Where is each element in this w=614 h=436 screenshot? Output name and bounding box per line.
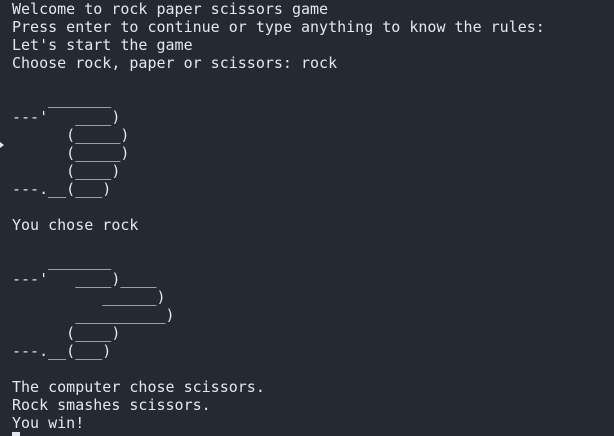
computer-scissors-ascii-art: _______ ---' ____)____ ______) _________… — [12, 252, 175, 360]
computer-choice-line: The computer chose scissors. — [12, 378, 265, 396]
player-choice-line: You chose rock — [12, 216, 139, 234]
choice-prompt-line: Choose rock, paper or scissors: rock — [12, 54, 338, 72]
welcome-line: Welcome to rock paper scissors game — [12, 0, 329, 18]
outcome-line: Rock smashes scissors. — [12, 396, 211, 414]
rules-prompt-line: Press enter to continue or type anything… — [12, 18, 545, 36]
input-line[interactable] — [12, 432, 614, 436]
player-rock-ascii-art: _______ ---' ____) (_____) (_____) (____… — [12, 90, 130, 198]
terminal-window[interactable]: Welcome to rock paper scissors game Pres… — [0, 0, 614, 436]
text-cursor — [12, 432, 20, 436]
scroll-marker-icon — [0, 142, 4, 148]
start-game-line: Let's start the game — [12, 36, 193, 54]
win-line: You win! — [12, 414, 85, 432]
